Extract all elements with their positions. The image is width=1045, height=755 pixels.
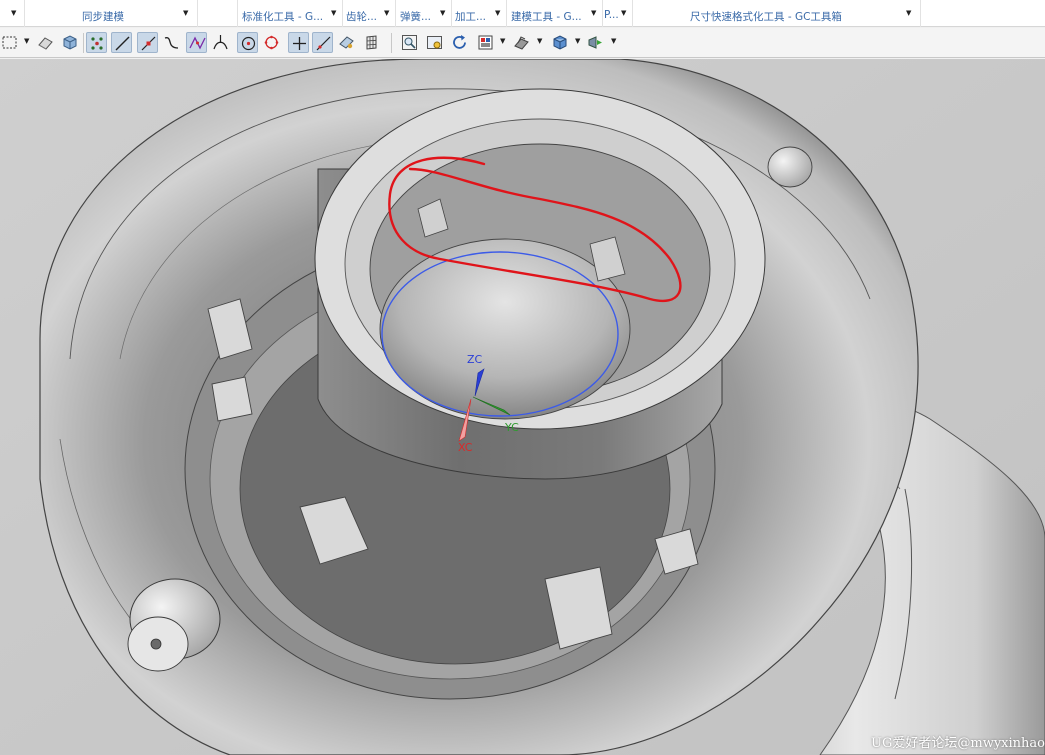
zoom-fit-icon[interactable]: [399, 32, 420, 53]
line-snap-icon[interactable]: [111, 32, 132, 53]
toolbar-separator: [391, 33, 392, 53]
ribbon-group-gear[interactable]: 齿轮... ▼: [343, 0, 396, 27]
ribbon-group-0[interactable]: ▼: [0, 0, 25, 27]
ribbon-group-label: P...: [604, 9, 619, 21]
toolbar-separator: [83, 33, 84, 53]
ribbon-group-standard-tools[interactable]: 标准化工具 - G... ▼: [238, 0, 343, 27]
ribbon-group-label: 尺寸快速格式化工具 - GC工具箱: [690, 11, 842, 23]
snap-points-icon[interactable]: [86, 32, 107, 53]
face-analysis-icon[interactable]: [336, 32, 357, 53]
zoom-window-icon[interactable]: [424, 32, 445, 53]
render-style-icon[interactable]: [511, 32, 532, 53]
rotate-icon[interactable]: [449, 32, 470, 53]
ribbon-group-2[interactable]: [198, 0, 238, 27]
ribbon-group-label: 弹簧...: [400, 11, 432, 23]
ribbon-group-spring[interactable]: 弹簧... ▼: [396, 0, 452, 27]
end-point-icon[interactable]: [137, 32, 158, 53]
ribbon-group-machining[interactable]: 加工... ▼: [452, 0, 507, 27]
view-orient-icon[interactable]: [585, 32, 606, 53]
ribbon-group-label: 同步建模: [82, 11, 124, 23]
axis-x-label: XC: [458, 441, 473, 454]
grid-icon[interactable]: [361, 32, 382, 53]
layout-icon[interactable]: [475, 32, 496, 53]
watermark: UG爱好者论坛@mwyxinhao: [871, 736, 1045, 751]
axis-z-label: ZC: [467, 353, 483, 366]
edge-icon[interactable]: [312, 32, 333, 53]
eraser-icon[interactable]: [35, 32, 56, 53]
crosshair-icon[interactable]: [288, 32, 309, 53]
circle-center-icon[interactable]: [237, 32, 258, 53]
selection-toolbar: ▼ ▼ ▼ ▼ ▼: [0, 28, 1045, 58]
cube-view-icon[interactable]: [59, 32, 80, 53]
ribbon-group-dimension-format[interactable]: 尺寸快速格式化工具 - GC工具箱 ▼: [633, 0, 921, 27]
turbo-housing-model: [0, 59, 1045, 755]
curve-icon[interactable]: [161, 32, 182, 53]
ribbon-group-label: 建模工具 - G...: [511, 11, 582, 23]
quadrant-icon[interactable]: [261, 32, 282, 53]
ribbon-group-label: 齿轮...: [346, 11, 378, 23]
select-box-icon[interactable]: [0, 32, 21, 53]
ribbon-group-bar: ▼ 同步建模 ▼ 标准化工具 - G... ▼ 齿轮... ▼ 弹簧... ▼ …: [0, 0, 1045, 27]
ribbon-group-p[interactable]: P... ▼: [603, 0, 633, 27]
ribbon-group-label: 加工...: [455, 11, 487, 23]
axis-y-label: YC: [505, 421, 519, 434]
ribbon-group-label: 标准化工具 - G...: [242, 11, 324, 23]
intersection-icon[interactable]: [186, 32, 207, 53]
tangent-icon[interactable]: [210, 32, 231, 53]
ribbon-group-modeling-tools[interactable]: 建模工具 - G... ▼: [507, 0, 603, 27]
graphics-viewport[interactable]: ZC YC XC UG爱好者论坛@mwyxinhao: [0, 59, 1045, 755]
shaded-cube-icon[interactable]: [549, 32, 570, 53]
ribbon-group-sync-modeling[interactable]: 同步建模 ▼: [25, 0, 198, 27]
